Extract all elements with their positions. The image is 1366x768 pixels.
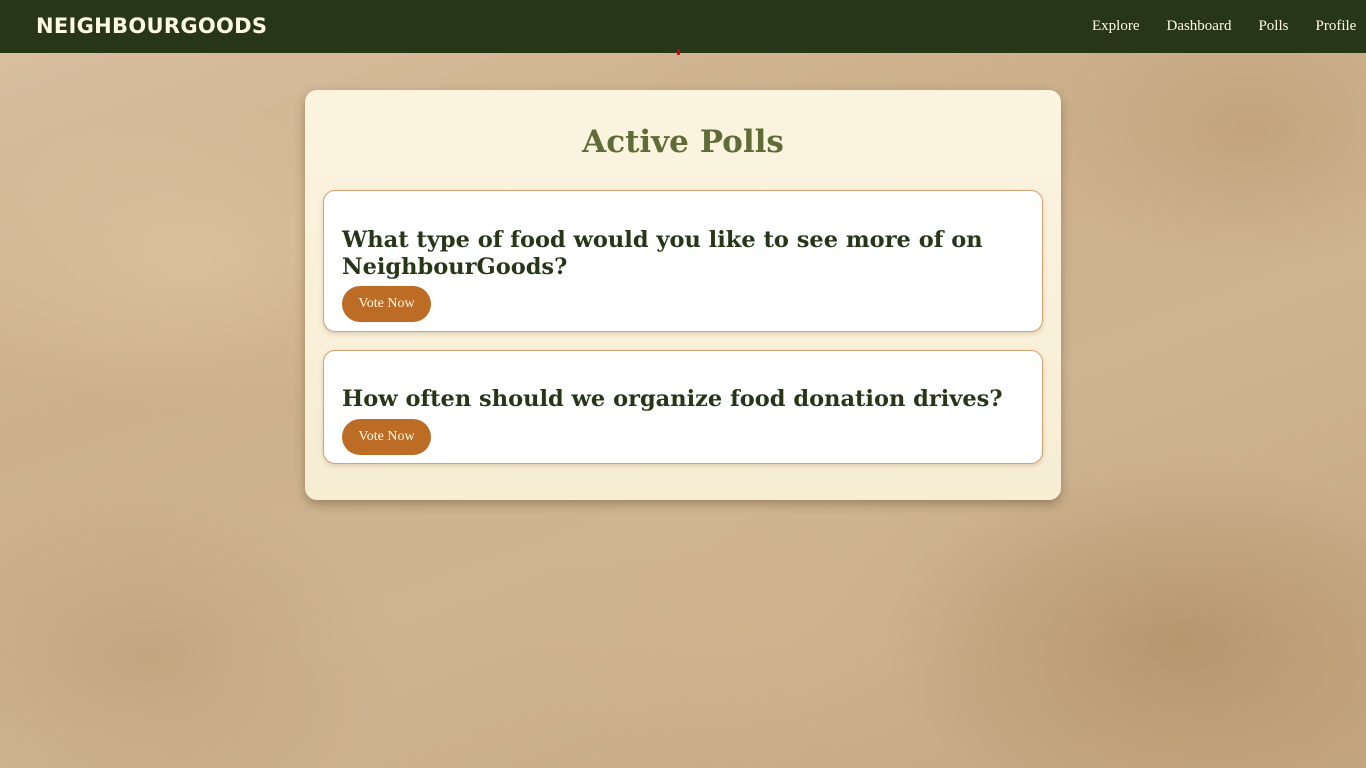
- polls-panel: Active Polls What type of food would you…: [305, 90, 1061, 500]
- navbar: NEIGHBOURGOODS Explore Dashboard Polls P…: [0, 0, 1366, 53]
- nav-link-dashboard[interactable]: Dashboard: [1166, 18, 1231, 35]
- vote-now-button[interactable]: Vote Now: [342, 419, 431, 455]
- nav-links: Explore Dashboard Polls Profile L: [1092, 18, 1366, 35]
- poll-card: What type of food would you like to see …: [323, 190, 1043, 332]
- page-title: Active Polls: [582, 124, 784, 160]
- nav-link-explore[interactable]: Explore: [1092, 18, 1139, 35]
- nav-link-polls[interactable]: Polls: [1258, 18, 1288, 35]
- vote-now-button[interactable]: Vote Now: [342, 286, 431, 322]
- nav-link-profile[interactable]: Profile: [1315, 18, 1356, 35]
- poll-question: What type of food would you like to see …: [342, 227, 983, 280]
- poll-question: How often should we organize food donati…: [342, 386, 1003, 412]
- poll-card: How often should we organize food donati…: [323, 350, 1043, 464]
- red-marker: [677, 49, 680, 55]
- brand-logo[interactable]: NEIGHBOURGOODS: [36, 14, 267, 38]
